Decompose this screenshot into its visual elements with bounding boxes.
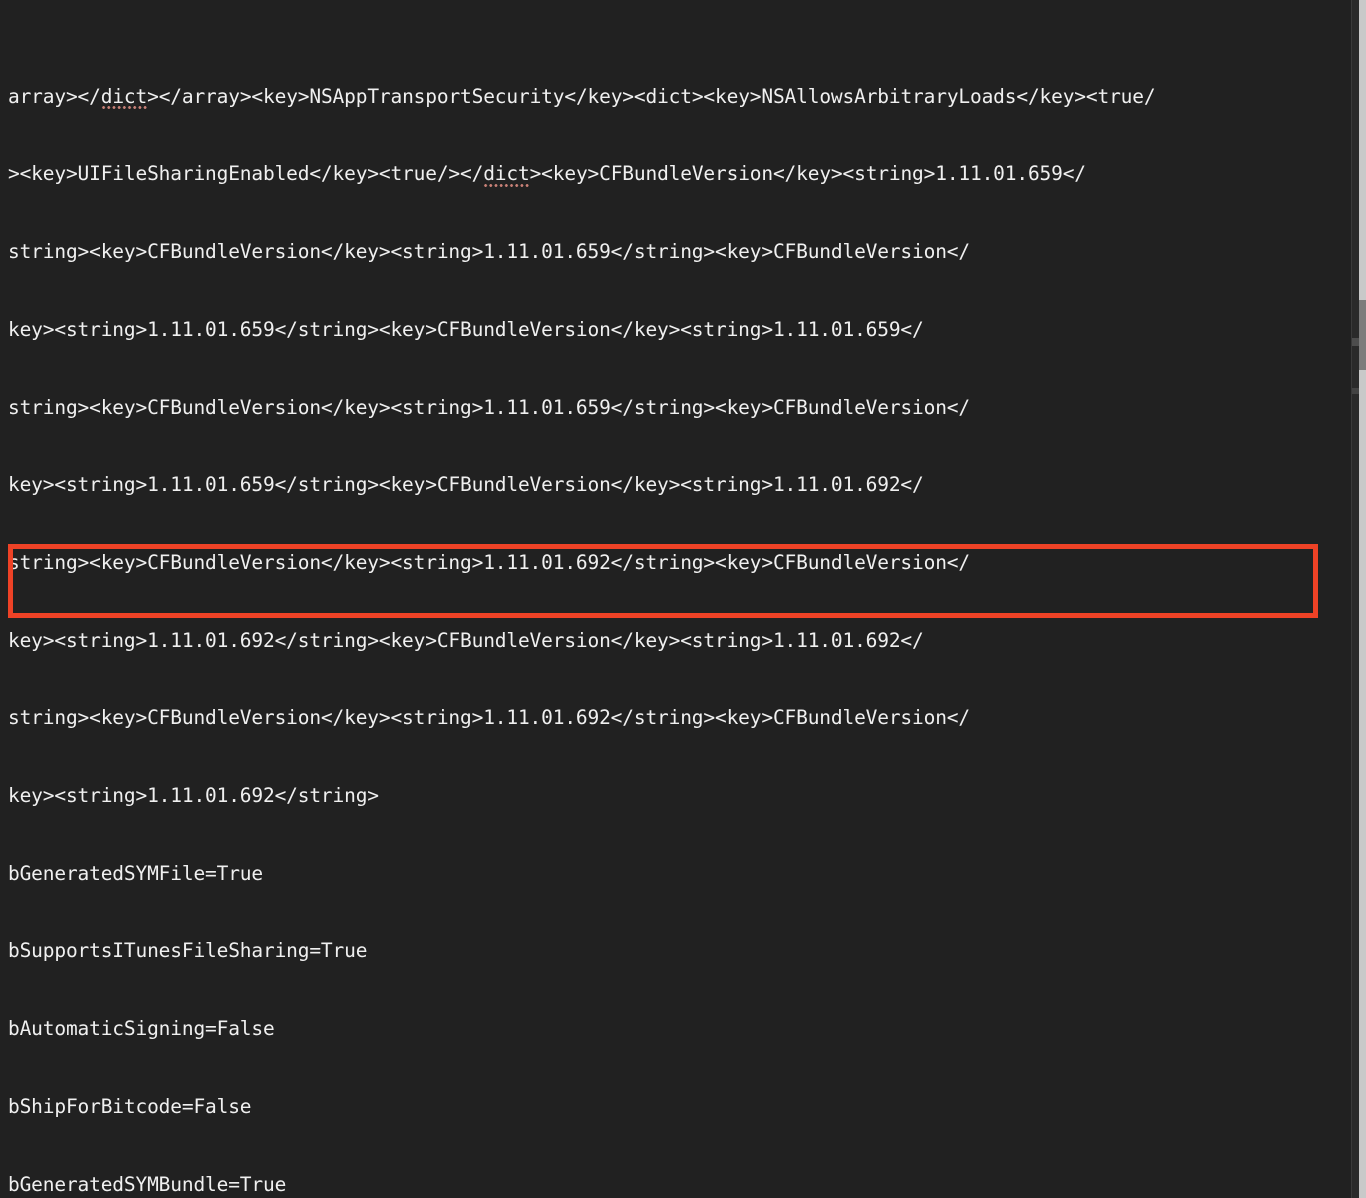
code-line-text: bSupportsITunesFileSharing=True — [8, 939, 368, 963]
scrollbar-track[interactable] — [1359, 0, 1366, 1198]
code-line[interactable]: bGeneratedSYMBundle=True — [8, 1172, 1352, 1198]
code-line-text: string><key>CFBundleVersion</key><string… — [8, 706, 970, 730]
code-line[interactable]: key><string>1.11.01.692</string> — [8, 783, 1352, 809]
code-line-text: string><key>CFBundleVersion</key><string… — [8, 395, 970, 419]
scrollbar-thumb[interactable] — [1359, 300, 1366, 370]
config-text-area[interactable]: array></dict></array><key>NSAppTransport… — [0, 0, 1352, 1198]
spellcheck-underline: dict — [100, 84, 147, 111]
code-line-text: array></dict></array><key>NSAppTransport… — [8, 84, 1156, 111]
code-line-text: bGeneratedSYMBundle=True — [8, 1172, 287, 1196]
vertical-scrollbar[interactable] — [1351, 0, 1366, 1198]
code-line-text: bShipForBitcode=False — [8, 1094, 252, 1118]
code-line[interactable]: key><string>1.11.01.692</string><key>CFB… — [8, 628, 1352, 654]
code-line[interactable]: bShipForBitcode=False — [8, 1094, 1352, 1120]
code-line[interactable]: string><key>CFBundleVersion</key><string… — [8, 395, 1352, 421]
code-line[interactable]: string><key>CFBundleVersion</key><string… — [8, 550, 1352, 576]
code-line-text: bGeneratedSYMFile=True — [8, 861, 263, 885]
code-line-text: string><key>CFBundleVersion</key><string… — [8, 240, 970, 264]
config-editor-window: array></dict></array><key>NSAppTransport… — [0, 0, 1366, 1198]
scrollbar-marker — [1352, 388, 1359, 394]
code-line[interactable]: bSupportsITunesFileSharing=True — [8, 938, 1352, 964]
code-line-text: key><string>1.11.01.659</string><key>CFB… — [8, 473, 924, 497]
code-line-text: ><key>UIFileSharingEnabled</key><true/><… — [8, 162, 1086, 189]
code-line-text: key><string>1.11.01.692</string><key>CFB… — [8, 628, 924, 652]
code-line[interactable]: key><string>1.11.01.659</string><key>CFB… — [8, 472, 1352, 498]
code-line-text: key><string>1.11.01.692</string> — [8, 784, 379, 808]
code-line[interactable]: string><key>CFBundleVersion</key><string… — [8, 239, 1352, 265]
code-line-text: string><key>CFBundleVersion</key><string… — [8, 550, 970, 574]
code-line-text: bAutomaticSigning=False — [8, 1017, 275, 1041]
code-line[interactable]: bAutomaticSigning=False — [8, 1016, 1352, 1042]
code-line[interactable]: bGeneratedSYMFile=True — [8, 861, 1352, 887]
code-line[interactable]: array></dict></array><key>NSAppTransport… — [8, 84, 1352, 111]
spellcheck-underline: dict — [483, 162, 530, 189]
code-line[interactable]: string><key>CFBundleVersion</key><string… — [8, 705, 1352, 731]
scrollbar-marker — [1352, 338, 1359, 346]
code-line[interactable]: ><key>UIFileSharingEnabled</key><true/><… — [8, 161, 1352, 189]
code-line[interactable]: key><string>1.11.01.659</string><key>CFB… — [8, 317, 1352, 343]
code-line-text: key><string>1.11.01.659</string><key>CFB… — [8, 317, 924, 341]
